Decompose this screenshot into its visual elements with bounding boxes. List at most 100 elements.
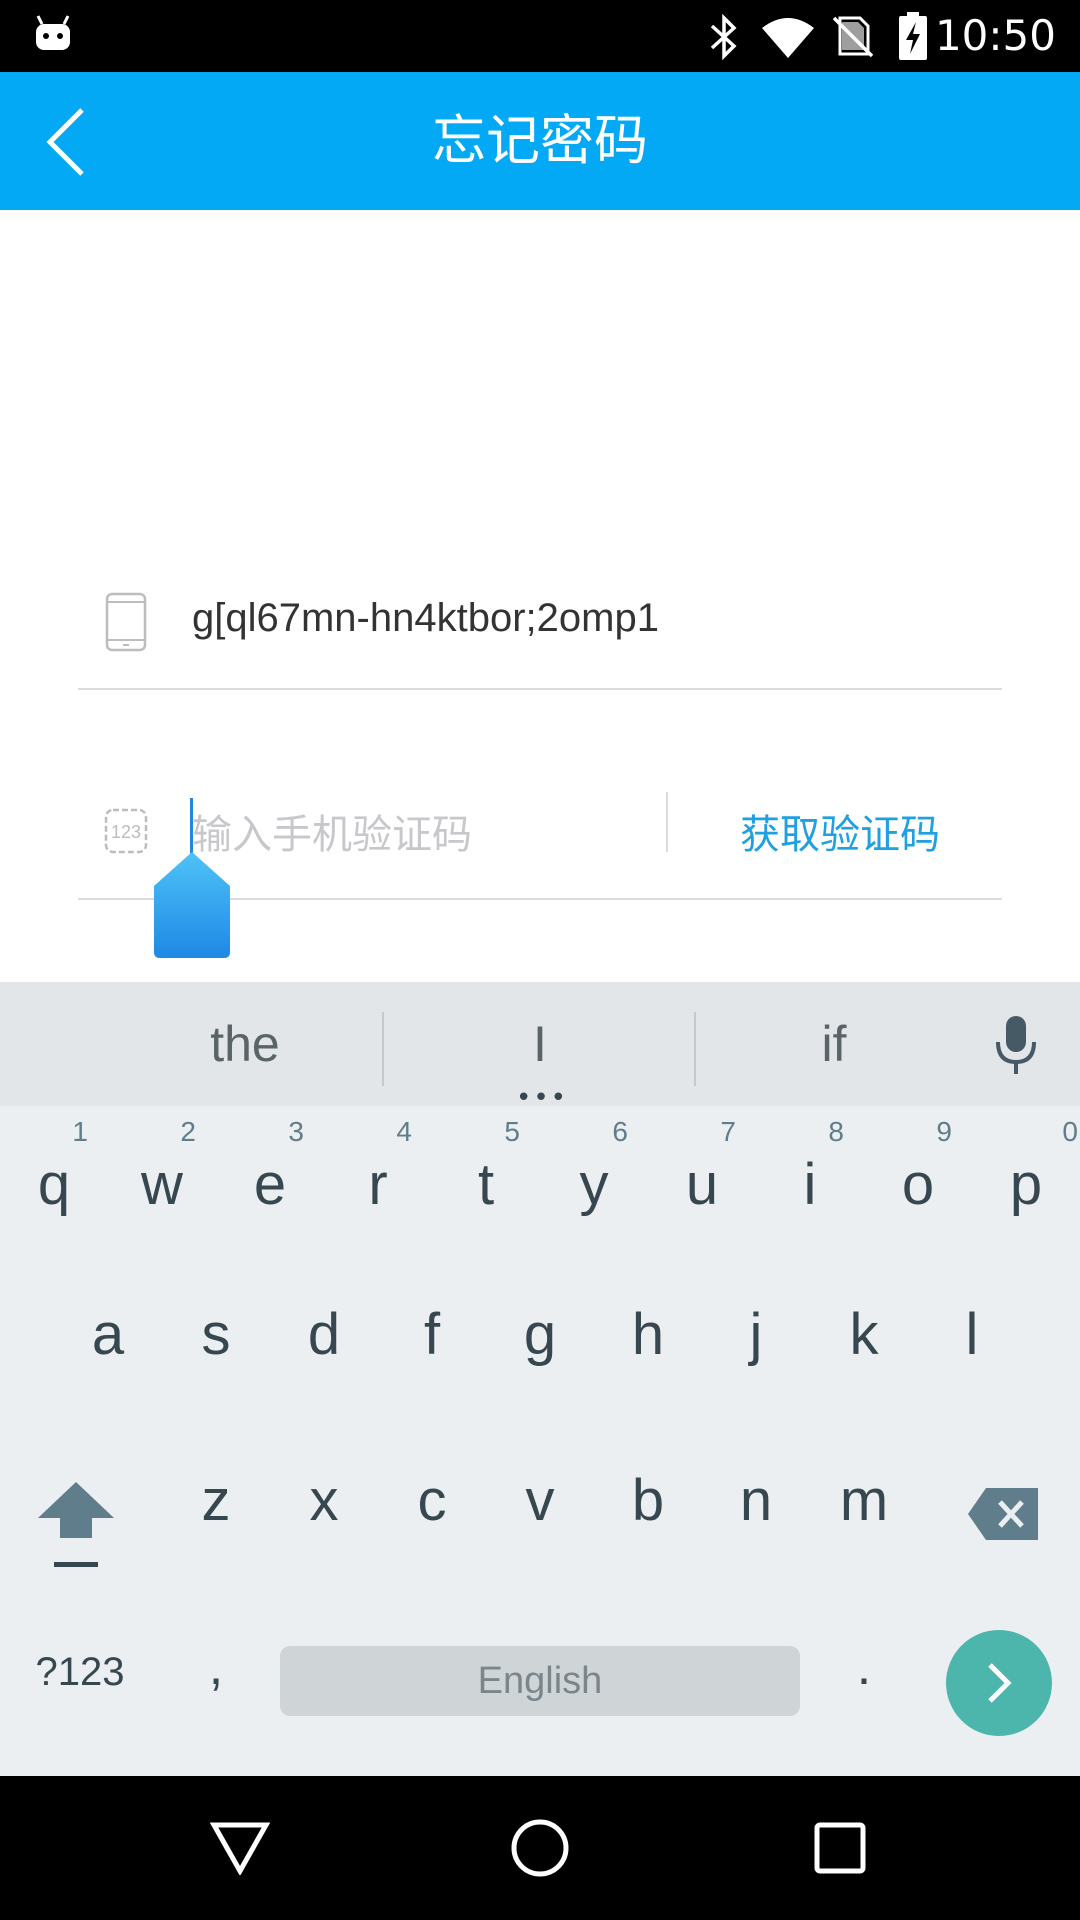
key-label: n	[739, 1468, 773, 1533]
key-label: u	[685, 1152, 719, 1217]
enter-key[interactable]	[946, 1630, 1052, 1736]
key-label: a	[91, 1302, 125, 1367]
nav-recents-button[interactable]	[790, 1798, 890, 1898]
phone-icon	[104, 592, 148, 656]
phone-row: g[ql67mn-hn4ktbor;2omp1	[78, 560, 1002, 690]
phone-field[interactable]: g[ql67mn-hn4ktbor;2omp1	[192, 596, 659, 641]
key-h[interactable]: h	[594, 1272, 702, 1402]
key-l[interactable]: l	[918, 1272, 1026, 1402]
key-label: f	[423, 1302, 441, 1367]
more-suggestions-icon: •••	[516, 1083, 569, 1113]
key-r[interactable]: 4r	[324, 1106, 432, 1236]
key-hint: 5	[504, 1116, 520, 1147]
key-label: e	[253, 1152, 287, 1217]
nav-back-button[interactable]	[190, 1798, 290, 1898]
key-label: m	[839, 1468, 889, 1533]
key-f[interactable]: f	[378, 1272, 486, 1402]
key-z[interactable]: z	[162, 1438, 270, 1568]
key-k[interactable]: k	[810, 1272, 918, 1402]
nav-home-button[interactable]	[490, 1798, 590, 1898]
key-label: r	[368, 1152, 388, 1217]
key-o[interactable]: 9o	[864, 1106, 972, 1236]
key-y[interactable]: 6y	[540, 1106, 648, 1236]
key-hint: 6	[612, 1116, 628, 1147]
key-hint: 1	[72, 1116, 88, 1147]
suggestion-item[interactable]: if	[696, 982, 972, 1106]
soft-keyboard: the I ••• if 1q 2w 3e 4r 5t 6y 7u 8i 9o …	[0, 982, 1080, 1776]
mic-icon[interactable]	[992, 1014, 1056, 1078]
key-p[interactable]: 0p	[972, 1106, 1080, 1236]
key-label: q	[37, 1152, 71, 1217]
key-v[interactable]: v	[486, 1438, 594, 1568]
key-label: p	[1009, 1152, 1043, 1217]
key-c[interactable]: c	[378, 1438, 486, 1568]
android-icon	[34, 14, 72, 58]
symbols-key[interactable]: ?123	[20, 1632, 140, 1712]
key-hint: 8	[828, 1116, 844, 1147]
key-g[interactable]: g	[486, 1272, 594, 1402]
key-w[interactable]: 2w	[108, 1106, 216, 1236]
key-label: x	[309, 1468, 339, 1533]
key-q[interactable]: 1q	[0, 1106, 108, 1236]
period-key[interactable]: .	[824, 1622, 904, 1712]
key-label: k	[849, 1302, 879, 1367]
code-123-icon: 123	[104, 808, 148, 858]
key-label: s	[201, 1302, 231, 1367]
key-hint: 2	[180, 1116, 196, 1147]
key-label: l	[965, 1302, 979, 1367]
status-time: 10:50	[934, 11, 1056, 60]
bluetooth-icon	[708, 13, 740, 64]
key-e[interactable]: 3e	[216, 1106, 324, 1236]
chevron-right-icon	[988, 1663, 1012, 1703]
recents-square-icon	[814, 1822, 866, 1874]
shift-key[interactable]	[28, 1478, 124, 1578]
key-u[interactable]: 7u	[648, 1106, 756, 1236]
key-label: j	[749, 1302, 763, 1367]
wifi-icon	[760, 16, 816, 62]
key-label: i	[803, 1152, 817, 1217]
key-hint: 9	[936, 1116, 952, 1147]
key-label: w	[141, 1152, 183, 1217]
cursor-handle[interactable]	[154, 852, 230, 960]
back-button[interactable]	[18, 94, 114, 190]
back-triangle-icon	[210, 1822, 270, 1875]
key-b[interactable]: b	[594, 1438, 702, 1568]
field-divider	[666, 792, 668, 852]
key-label: z	[201, 1468, 231, 1533]
key-label: y	[579, 1152, 609, 1217]
key-label: d	[307, 1302, 341, 1367]
key-m[interactable]: m	[810, 1438, 918, 1568]
key-a[interactable]: a	[54, 1272, 162, 1402]
text-cursor	[190, 798, 193, 860]
battery-charging-icon	[898, 12, 928, 64]
suggestion-item[interactable]: the	[90, 982, 400, 1106]
status-bar: 10:50	[0, 0, 1080, 72]
page-title: 忘记密码	[432, 109, 648, 172]
key-label: g	[523, 1302, 557, 1367]
key-label: t	[477, 1152, 495, 1217]
key-label: h	[631, 1302, 665, 1367]
svg-text:123: 123	[111, 822, 141, 842]
key-d[interactable]: d	[270, 1272, 378, 1402]
delete-key[interactable]	[966, 1484, 1042, 1544]
key-hint: 0	[1062, 1116, 1078, 1147]
key-label: b	[631, 1468, 665, 1533]
key-label: c	[417, 1468, 447, 1533]
key-j[interactable]: j	[702, 1272, 810, 1402]
key-label: v	[525, 1468, 555, 1533]
space-key[interactable]: English	[280, 1646, 800, 1716]
no-sim-icon	[832, 14, 874, 62]
key-hint: 3	[288, 1116, 304, 1147]
suggestion-bar: the I ••• if	[0, 982, 1080, 1113]
key-i[interactable]: 8i	[756, 1106, 864, 1236]
navigation-bar	[0, 1776, 1080, 1920]
get-code-button[interactable]: 获取验证码	[678, 790, 1002, 880]
verification-code-input[interactable]	[192, 790, 652, 880]
key-hint: 7	[720, 1116, 736, 1147]
key-s[interactable]: s	[162, 1272, 270, 1402]
comma-key[interactable]: ,	[176, 1622, 256, 1712]
key-t[interactable]: 5t	[432, 1106, 540, 1236]
key-x[interactable]: x	[270, 1438, 378, 1568]
app-bar: 忘记密码	[0, 72, 1080, 210]
key-n[interactable]: n	[702, 1438, 810, 1568]
